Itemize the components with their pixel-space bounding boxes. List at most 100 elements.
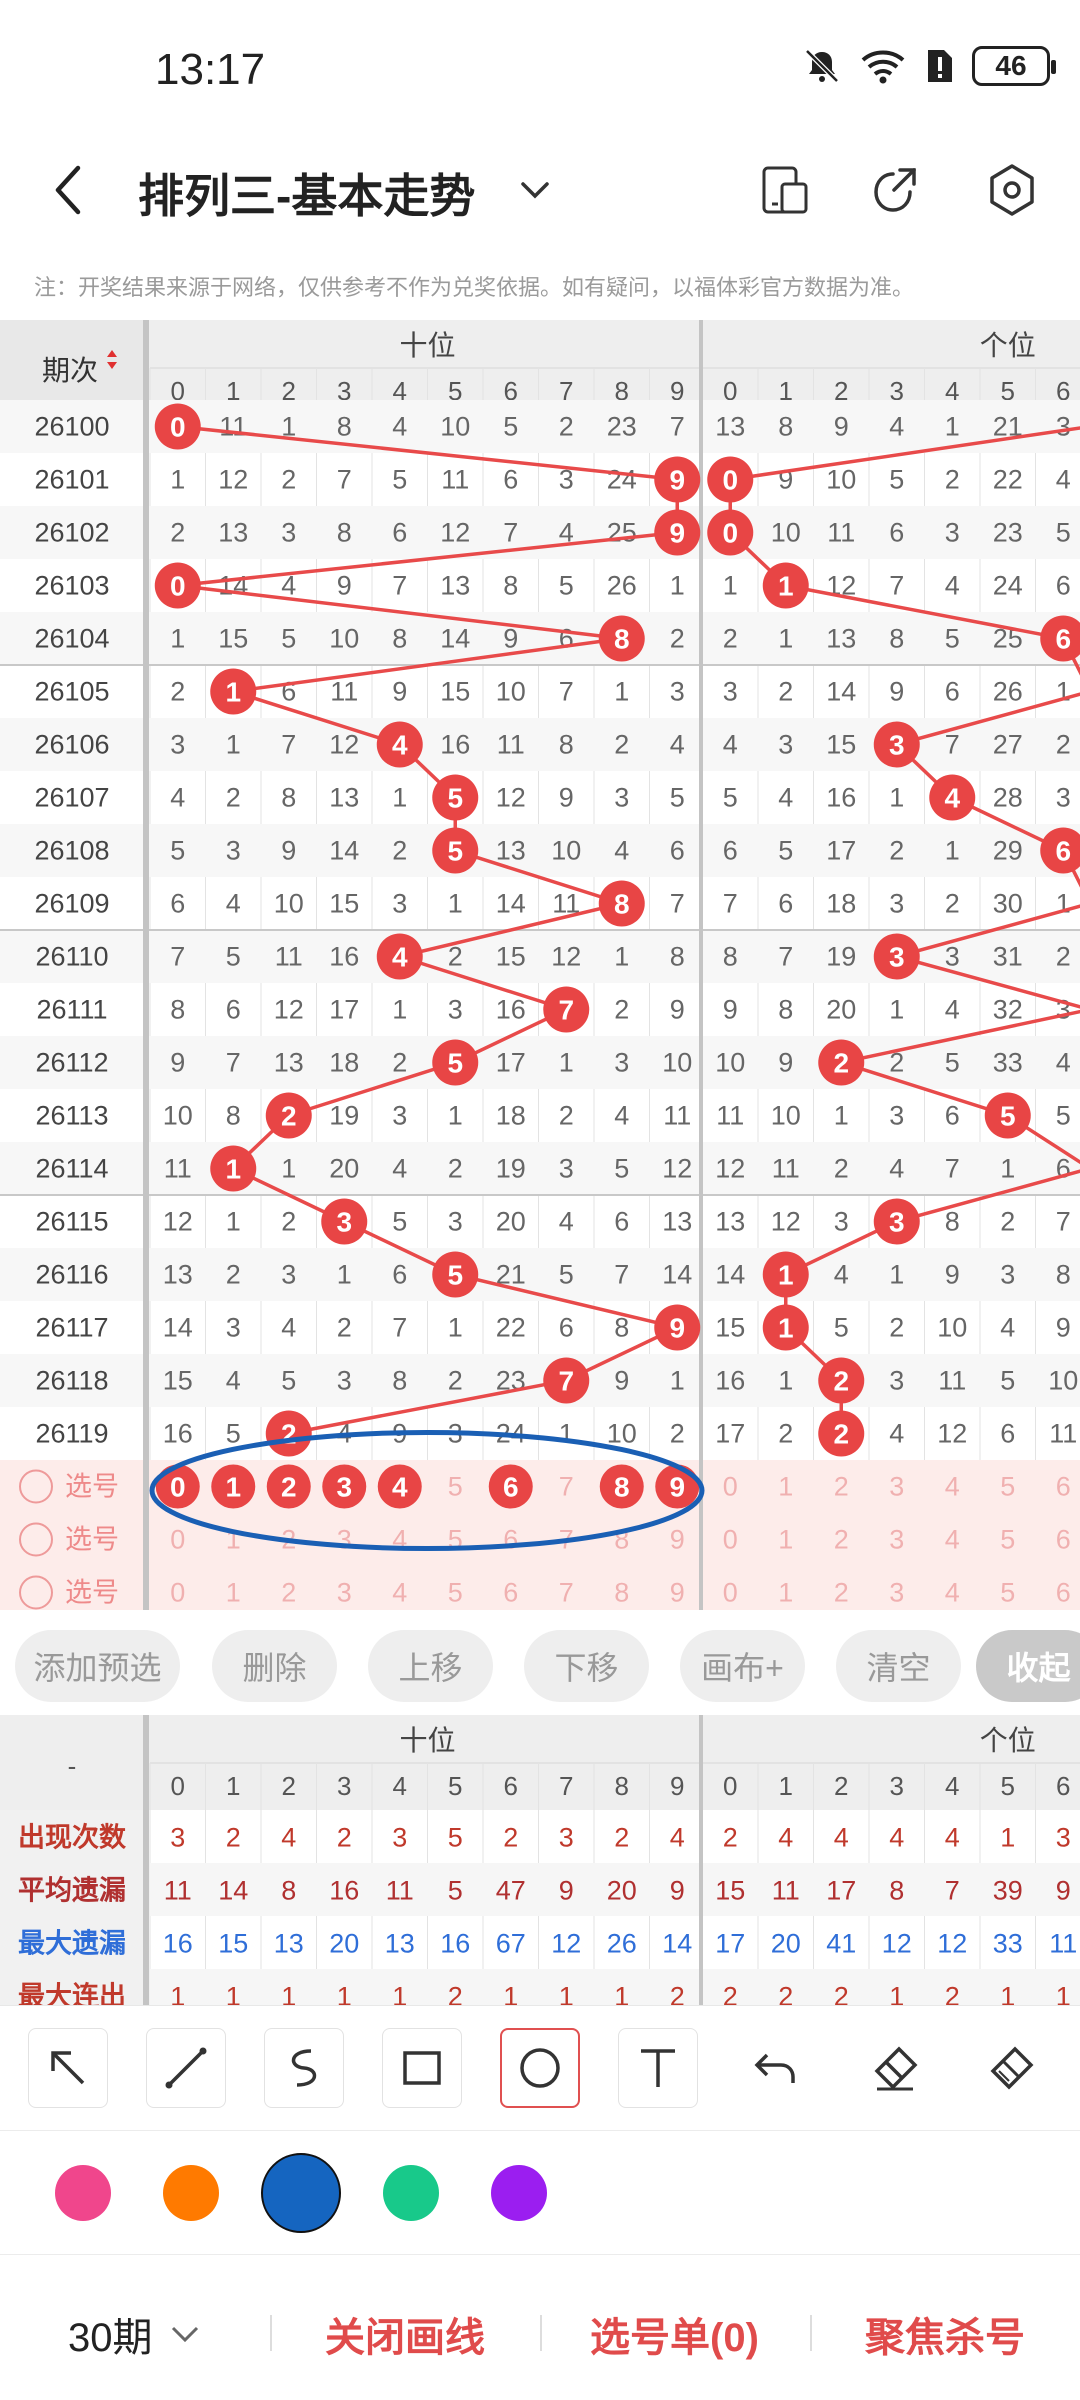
tens-miss-cell: 25 <box>607 518 637 548</box>
units-miss-cell: 10 <box>771 1101 801 1131</box>
select-digit-option: 6 <box>503 1525 518 1555</box>
tens-digit-header: 8 <box>615 1771 629 1801</box>
collapse-button[interactable]: 收起 <box>976 1630 1080 1702</box>
units-miss-cell: 6 <box>778 889 793 919</box>
pick-list-button[interactable]: 选号单(0) <box>590 2305 759 2363</box>
select-digit-option: 4 <box>945 1525 960 1555</box>
tens-miss-cell: 6 <box>170 889 185 919</box>
period-selector[interactable]: 30期 <box>68 2305 203 2363</box>
units-miss-cell: 3 <box>1056 412 1071 442</box>
units-miss-cell: 1 <box>945 836 960 866</box>
stats-units-cell: 4 <box>778 1823 793 1853</box>
tens-miss-cell: 3 <box>281 1260 296 1290</box>
move-down-button[interactable]: 下移 <box>524 1630 649 1702</box>
settings-hex-icon[interactable] <box>984 162 1040 218</box>
units-miss-cell: 4 <box>1000 1313 1015 1343</box>
stats-units-cell: 2 <box>778 1982 793 2006</box>
clear-button[interactable]: 清空 <box>836 1630 961 1702</box>
tens-digit-header: 7 <box>559 1771 573 1801</box>
select-row-bg <box>0 1513 1080 1566</box>
units-miss-cell: 3 <box>834 1207 849 1237</box>
color-swatch-blue-selected[interactable] <box>261 2153 341 2233</box>
tens-hit-number: 4 <box>392 942 408 973</box>
units-miss-cell: 15 <box>826 730 856 760</box>
add-preselect-button[interactable]: 添加预选 <box>15 1630 180 1702</box>
page-title[interactable]: 排列三-基本走势 <box>138 160 475 226</box>
color-swatch-orange[interactable] <box>163 2165 219 2221</box>
curve-icon[interactable] <box>264 2028 344 2108</box>
focus-kill-button[interactable]: 聚焦杀号 <box>865 2305 1025 2363</box>
select-digit-option: 4 <box>392 1578 407 1608</box>
color-swatch-pink[interactable] <box>55 2165 111 2221</box>
brush-icon[interactable] <box>972 2028 1052 2108</box>
units-miss-cell: 3 <box>889 889 904 919</box>
tens-miss-cell: 7 <box>337 465 352 495</box>
tens-miss-cell: 10 <box>163 1101 193 1131</box>
rectangle-icon[interactable] <box>382 2028 462 2108</box>
stats-units-cell: 11 <box>1049 1929 1077 1959</box>
tens-miss-cell: 4 <box>281 1313 296 1343</box>
back-icon[interactable] <box>40 160 100 220</box>
units-miss-cell: 4 <box>723 730 738 760</box>
stats-tens-cell: 4 <box>281 1823 296 1853</box>
units-miss-cell: 9 <box>834 412 849 442</box>
group-divider <box>699 1715 703 2005</box>
units-miss-cell: 11 <box>772 1154 800 1184</box>
units-miss-cell: 4 <box>778 783 793 813</box>
tens-miss-cell: 11 <box>441 465 469 495</box>
tens-digit-header: 1 <box>226 1771 240 1801</box>
text-icon[interactable] <box>618 2028 698 2108</box>
canvas-add-button[interactable]: 画布+ <box>680 1630 805 1702</box>
tens-miss-cell: 6 <box>392 1260 407 1290</box>
trend-grid-svg[interactable]: 期次十位 个位0 1 2 3 4 5 6 7 8 9 0 1 2 3 4 5 626100 11 1 8 4 10 5 2 23 7… <box>0 320 1080 1610</box>
tens-miss-cell: 4 <box>614 1101 629 1131</box>
eraser-icon[interactable] <box>854 2028 934 2108</box>
tens-hit-number: 8 <box>614 624 630 655</box>
color-swatch-green[interactable] <box>383 2165 439 2221</box>
chevron-down-icon[interactable] <box>515 170 555 210</box>
units-miss-cell: 4 <box>889 1154 904 1184</box>
tens-miss-cell: 10 <box>329 624 359 654</box>
undo-icon[interactable] <box>736 2028 816 2108</box>
units-miss-cell: 2 <box>889 836 904 866</box>
stats-svg: -十位 个位0 1 2 3 4 5 6 7 8 9 0 1 2 3 4 5 6出现次数 3 2 4 2 3 5 2 3 2 4 2 4 4 4… <box>0 1715 1080 2005</box>
move-up-button[interactable]: 上移 <box>368 1630 493 1702</box>
close-lines-button[interactable]: 关闭画线 <box>325 2305 485 2363</box>
stats-tens-cell: 20 <box>607 1876 637 1906</box>
stats-units-cell: 15 <box>715 1876 745 1906</box>
select-digit-option: 0 <box>723 1578 738 1608</box>
tens-miss-cell: 16 <box>163 1419 193 1449</box>
selected-digit: 0 <box>170 1472 186 1503</box>
units-miss-cell: 2 <box>778 1419 793 1449</box>
trend-chart[interactable]: 期次 十位 个位 0 1 2 3 4 5 6 7 8 9 0 1 2 3 4 5 6 26100 11 1 8 4 10 5 2 23 7… <box>0 320 1080 1610</box>
units-miss-cell: 2 <box>723 624 738 654</box>
stats-tens-cell: 2 <box>614 1823 629 1853</box>
selected-digit: 3 <box>336 1472 352 1503</box>
select-digit-option: 2 <box>834 1578 849 1608</box>
stats-units-cell: 39 <box>993 1876 1023 1906</box>
circle-icon[interactable] <box>500 2028 580 2108</box>
tens-hit-number: 9 <box>669 518 685 549</box>
period-cell: 26102 <box>34 518 109 548</box>
units-miss-cell: 10 <box>771 518 801 548</box>
units-miss-cell: 13 <box>826 624 856 654</box>
line-icon[interactable] <box>146 2028 226 2108</box>
tens-hit-number: 0 <box>170 571 186 602</box>
tens-miss-cell: 2 <box>614 730 629 760</box>
tens-miss-cell: 11 <box>497 730 525 760</box>
tens-miss-cell: 14 <box>440 624 470 654</box>
tens-miss-cell: 7 <box>226 1048 241 1078</box>
tens-miss-cell: 7 <box>670 889 685 919</box>
units-miss-cell: 32 <box>993 995 1023 1025</box>
share-icon[interactable] <box>866 162 922 218</box>
delete-button[interactable]: 删除 <box>212 1630 337 1702</box>
color-palette <box>0 2130 1080 2255</box>
period-cell: 26112 <box>35 1048 108 1078</box>
color-swatch-purple[interactable] <box>491 2165 547 2221</box>
stats-tens-cell: 1 <box>170 1982 185 2006</box>
arrow-icon[interactable] <box>28 2028 108 2108</box>
phone-layout-icon[interactable] <box>756 162 812 218</box>
tens-miss-cell: 5 <box>392 465 407 495</box>
tens-miss-cell: 2 <box>559 1101 574 1131</box>
divider <box>810 2315 812 2351</box>
